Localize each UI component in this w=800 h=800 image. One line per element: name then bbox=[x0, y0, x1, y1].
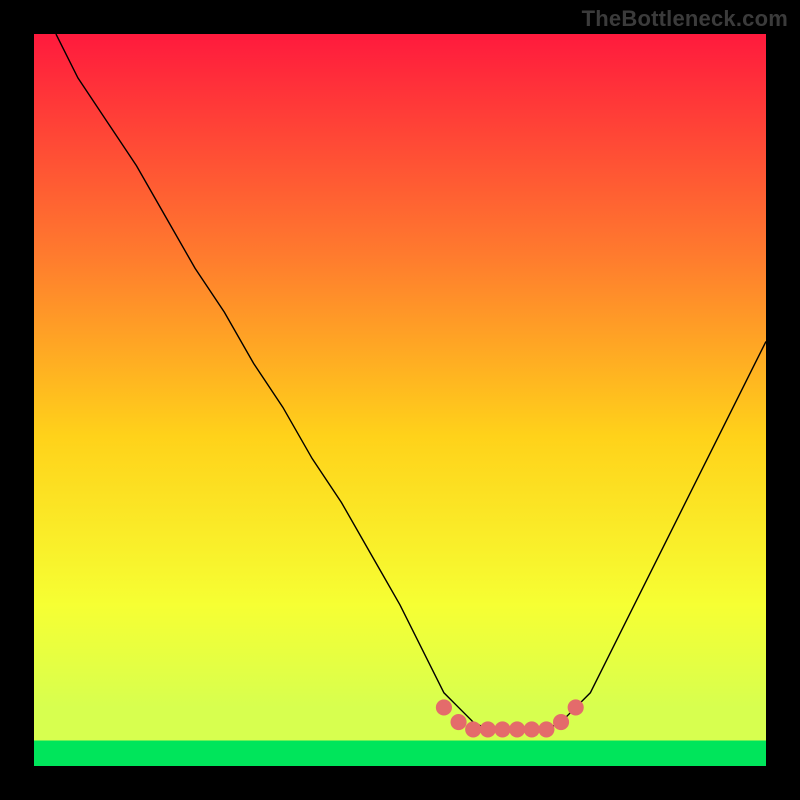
marker-dot bbox=[538, 721, 554, 737]
watermark-text: TheBottleneck.com bbox=[582, 6, 788, 32]
marker-dot bbox=[524, 721, 540, 737]
marker-dot bbox=[553, 714, 569, 730]
marker-dot bbox=[465, 721, 481, 737]
gradient-background bbox=[34, 34, 766, 766]
marker-dot bbox=[509, 721, 525, 737]
chart-frame: TheBottleneck.com bbox=[0, 0, 800, 800]
marker-dot bbox=[494, 721, 510, 737]
marker-dot bbox=[568, 699, 584, 715]
marker-dot bbox=[451, 714, 467, 730]
marker-dot bbox=[480, 721, 496, 737]
marker-dot bbox=[436, 699, 452, 715]
bottleneck-chart bbox=[34, 34, 766, 766]
